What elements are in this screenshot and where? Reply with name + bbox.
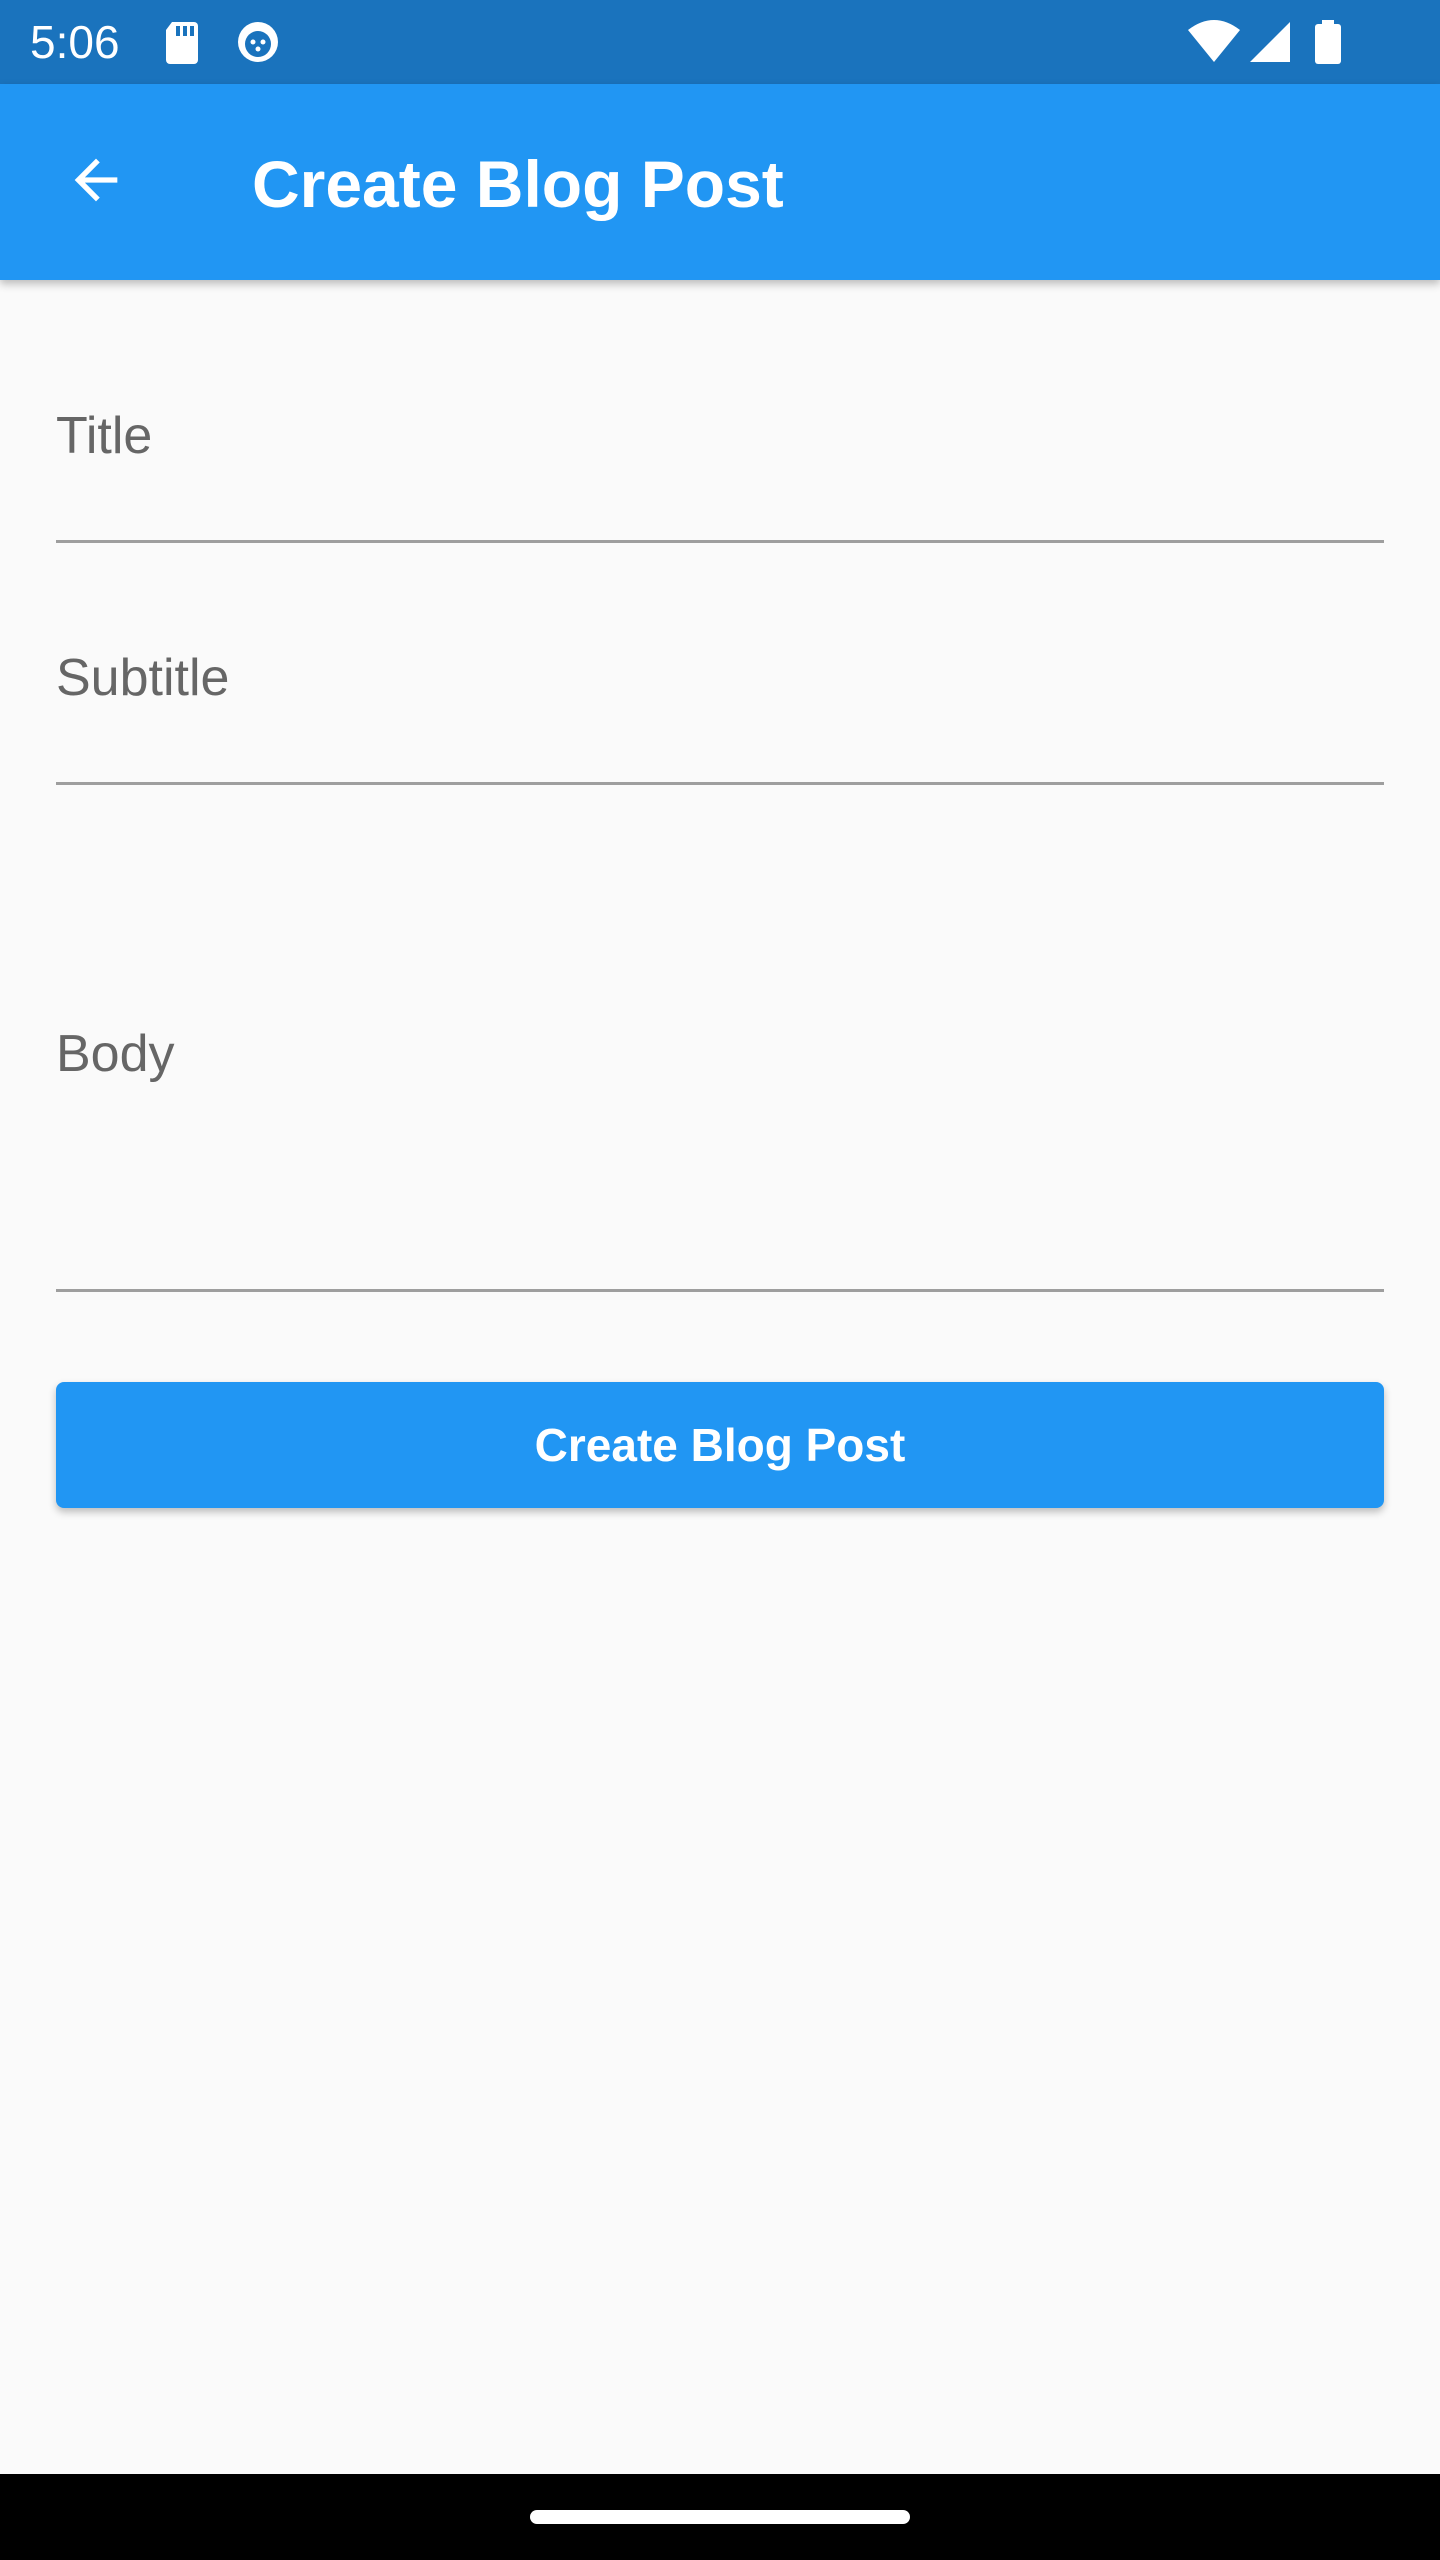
title-field-underline — [56, 540, 1384, 543]
body-field-underline — [56, 1289, 1384, 1292]
create-blog-post-button[interactable]: Create Blog Post — [56, 1382, 1384, 1508]
system-nav-bar — [0, 2474, 1440, 2560]
subtitle-field-underline — [56, 782, 1384, 785]
page-title: Create Blog Post — [252, 147, 784, 221]
title-input[interactable] — [56, 460, 1388, 518]
cell-signal-icon — [1246, 18, 1292, 66]
status-time: 5:06 — [30, 16, 120, 68]
home-indicator[interactable] — [530, 2510, 910, 2524]
body-field[interactable]: Body — [56, 852, 1388, 1294]
body-input[interactable] — [56, 1092, 1388, 1276]
subtitle-field[interactable]: Subtitle — [56, 622, 1388, 786]
subtitle-field-label: Subtitle — [56, 649, 230, 707]
notification-app-icon — [234, 18, 282, 66]
app-bar: Create Blog Post — [0, 84, 1440, 280]
title-field[interactable]: Title — [56, 380, 1388, 544]
arrow-back-icon — [64, 148, 128, 217]
back-button[interactable] — [48, 134, 144, 230]
status-bar: 5:06 — [0, 0, 1440, 84]
battery-icon — [1312, 18, 1344, 66]
title-field-label: Title — [56, 407, 153, 465]
sd-card-icon — [160, 18, 204, 66]
subtitle-input[interactable] — [56, 702, 1388, 760]
screen: 5:06 Create Blog Post Title Subtitle Bod… — [0, 0, 1440, 2560]
create-blog-post-button-label: Create Blog Post — [534, 1419, 906, 1471]
wifi-icon — [1186, 18, 1242, 66]
body-field-label: Body — [56, 1025, 175, 1083]
